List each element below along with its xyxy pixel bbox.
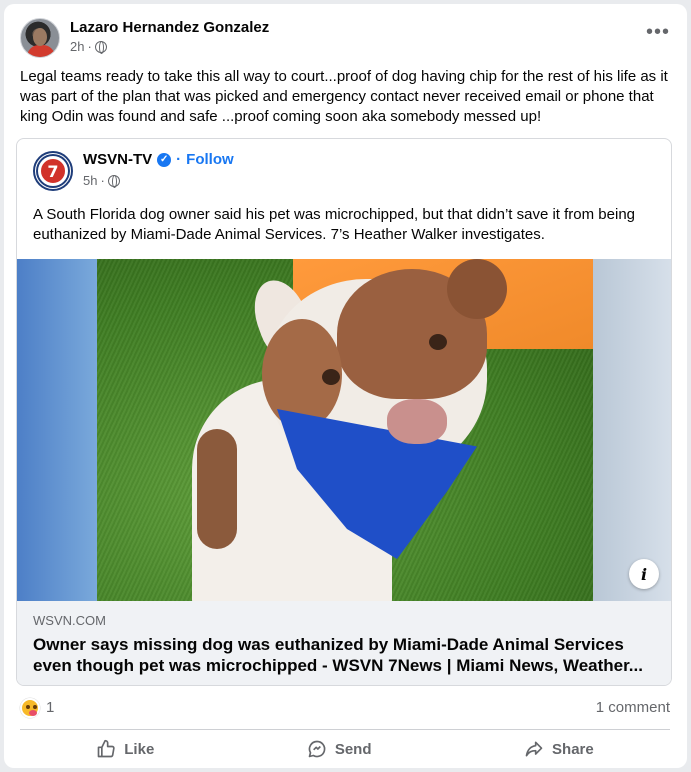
haha-reaction-icon[interactable] bbox=[20, 698, 40, 718]
post-meta: 2h · bbox=[70, 39, 107, 54]
shared-time[interactable]: 5h bbox=[83, 173, 97, 188]
dog-patch bbox=[197, 429, 237, 549]
action-bar: Like Send Share bbox=[20, 734, 670, 764]
link-domain: WSVN.COM bbox=[33, 613, 106, 628]
reaction-count[interactable]: 1 bbox=[46, 699, 54, 716]
shared-header: 7 WSVN-TV ✓ · Follow 5h · bbox=[33, 149, 633, 193]
author-avatar[interactable] bbox=[20, 18, 60, 58]
send-label: Send bbox=[334, 740, 372, 758]
actions-divider bbox=[20, 729, 670, 730]
post-card: Lazaro Hernandez Gonzalez 2h · ••• Legal… bbox=[4, 4, 687, 768]
shared-post[interactable]: 7 WSVN-TV ✓ · Follow 5h · A South Florid… bbox=[16, 138, 672, 686]
share-icon bbox=[525, 741, 543, 757]
post-time[interactable]: 2h bbox=[70, 39, 84, 54]
comment-count[interactable]: 1 comment bbox=[596, 699, 670, 716]
image-blur-right bbox=[593, 259, 671, 601]
image-blur-left bbox=[17, 259, 97, 601]
page-logo[interactable]: 7 bbox=[33, 151, 73, 191]
link-preview-caption[interactable]: WSVN.COM Owner says missing dog was euth… bbox=[17, 601, 671, 685]
shared-meta: 5h · bbox=[83, 173, 120, 188]
avatar-shirt bbox=[27, 45, 55, 57]
shared-body-text: A South Florida dog owner said his pet w… bbox=[33, 206, 635, 243]
author-name[interactable]: Lazaro Hernandez Gonzalez bbox=[70, 19, 269, 36]
share-label: Share bbox=[552, 740, 594, 758]
like-icon bbox=[97, 739, 115, 758]
dog-photo bbox=[97, 259, 593, 601]
reactions-bar: 1 1 comment bbox=[20, 696, 670, 720]
follow-button[interactable]: Follow bbox=[186, 151, 234, 168]
dog-ear-right bbox=[447, 259, 507, 319]
dog-eye-right bbox=[429, 334, 447, 350]
follow-separator: · bbox=[176, 151, 182, 168]
more-options-icon[interactable]: ••• bbox=[646, 22, 670, 42]
send-icon bbox=[308, 740, 326, 758]
like-label: Like bbox=[124, 740, 155, 758]
globe-icon bbox=[94, 40, 107, 54]
post-body-text: Legal teams ready to take this all way t… bbox=[20, 68, 668, 125]
page-name-row: WSVN-TV ✓ · Follow bbox=[83, 151, 234, 168]
dog-nose bbox=[387, 399, 447, 444]
globe-icon bbox=[107, 174, 120, 188]
page-name[interactable]: WSVN-TV bbox=[83, 151, 152, 168]
like-button[interactable]: Like bbox=[76, 734, 174, 764]
link-title[interactable]: Owner says missing dog was euthanized by… bbox=[33, 634, 657, 676]
shared-meta-separator: · bbox=[100, 173, 105, 188]
dog-eye-left bbox=[322, 369, 340, 385]
page-logo-mark: 7 bbox=[38, 156, 68, 186]
meta-separator: · bbox=[87, 39, 92, 54]
info-icon[interactable]: i bbox=[629, 559, 659, 589]
link-preview-image[interactable]: i bbox=[17, 259, 671, 601]
share-button[interactable]: Share bbox=[504, 734, 614, 764]
send-button[interactable]: Send bbox=[287, 734, 392, 764]
post-header: Lazaro Hernandez Gonzalez 2h · ••• bbox=[20, 16, 670, 60]
avatar-face bbox=[33, 28, 47, 46]
verified-icon: ✓ bbox=[157, 152, 172, 167]
